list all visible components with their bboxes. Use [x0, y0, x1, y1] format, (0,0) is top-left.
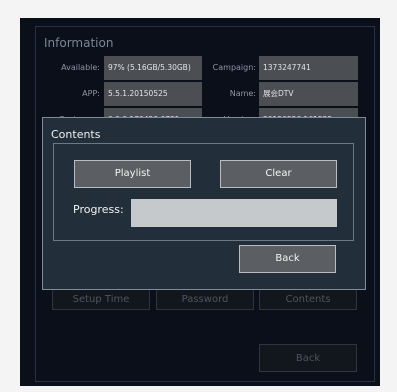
clear-button[interactable]: Clear [220, 160, 337, 188]
campaign-label: Campaign: [212, 63, 256, 72]
name-label: Name: [229, 89, 256, 98]
playlist-button[interactable]: Playlist [74, 160, 191, 188]
app-label: APP: [82, 89, 100, 98]
panel-back-button[interactable]: Back [259, 344, 357, 372]
dialog-group: Playlist Clear Progress: [53, 143, 354, 241]
available-value: 97% (5.16GB/5.30GB) [104, 56, 202, 80]
progress-bar [131, 199, 337, 227]
available-label: Available: [61, 63, 100, 72]
password-button[interactable]: Password [156, 288, 254, 310]
contents-dialog: Contents Playlist Clear Progress: Back [42, 117, 366, 290]
dialog-back-button[interactable]: Back [239, 245, 336, 273]
app-value: 5.5.1.20150525 [104, 82, 202, 106]
campaign-value: 1373247741 [259, 56, 358, 80]
contents-button[interactable]: Contents [259, 288, 357, 310]
dialog-title: Contents [51, 128, 101, 141]
progress-label: Progress: [73, 203, 124, 216]
setup-time-button[interactable]: Setup Time [52, 288, 150, 310]
name-value: 展会DTV [259, 82, 358, 106]
panel-title: Information [44, 36, 114, 50]
